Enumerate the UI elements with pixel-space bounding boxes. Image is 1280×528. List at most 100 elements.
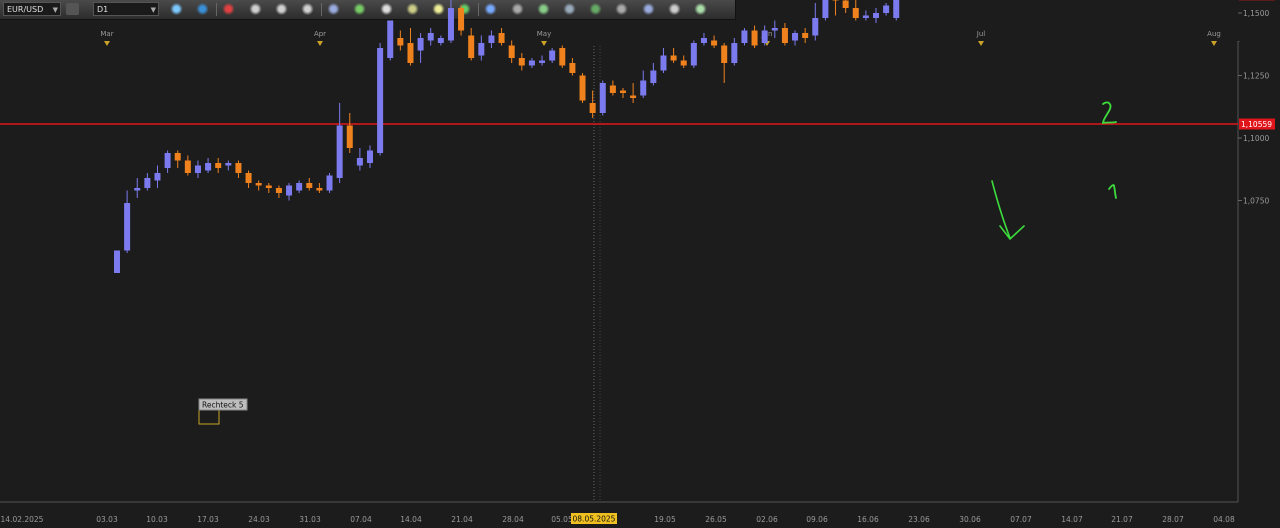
bearish-candle[interactable] (832, 0, 839, 1)
x-tick-label: 14.04 (400, 515, 422, 524)
bearish-candle[interactable] (680, 60, 687, 66)
bearish-candle[interactable] (579, 75, 586, 101)
bullish-candle[interactable] (286, 185, 293, 196)
bearish-candle[interactable] (559, 48, 566, 66)
bearish-candle[interactable] (670, 55, 677, 61)
month-label: Jul (976, 30, 986, 38)
bullish-candle[interactable] (488, 35, 495, 44)
x-tick-label: 16.06 (857, 515, 879, 524)
x-tick-label: 26.05 (705, 515, 727, 524)
bearish-candle[interactable] (721, 45, 728, 64)
bearish-candle[interactable] (235, 163, 242, 173)
bearish-candle[interactable] (569, 63, 576, 73)
bearish-candle[interactable] (751, 30, 758, 46)
bullish-candle[interactable] (164, 153, 171, 168)
bullish-candle[interactable] (154, 173, 161, 181)
bearish-candle[interactable] (407, 43, 414, 63)
bullish-candle[interactable] (883, 5, 890, 14)
bearish-candle[interactable] (518, 58, 525, 66)
bearish-candle[interactable] (468, 35, 475, 59)
bearish-candle[interactable] (852, 8, 859, 18)
bearish-candle[interactable] (275, 188, 282, 193)
bullish-candle[interactable] (640, 80, 647, 96)
bearish-candle[interactable] (620, 90, 626, 94)
bullish-candle[interactable] (144, 178, 151, 188)
x-tick-label: 30.06 (959, 515, 981, 524)
y-tick-label: 1,1500 (1243, 9, 1269, 18)
bullish-candle[interactable] (771, 28, 778, 31)
bullish-candle[interactable] (377, 48, 384, 153)
bearish-candle[interactable] (215, 163, 222, 168)
bullish-candle[interactable] (660, 55, 667, 71)
bearish-candle[interactable] (781, 28, 788, 43)
bullish-candle[interactable] (731, 43, 738, 63)
bearish-candle[interactable] (184, 160, 191, 174)
bullish-candle[interactable] (367, 150, 373, 164)
bullish-candle[interactable] (114, 250, 120, 274)
bullish-candle[interactable] (812, 18, 819, 36)
bullish-candle[interactable] (447, 8, 454, 41)
bearish-candle[interactable] (589, 103, 596, 113)
bullish-candle[interactable] (700, 38, 707, 43)
bearish-candle[interactable] (802, 33, 809, 38)
x-tick-label: 17.03 (197, 515, 219, 524)
bullish-candle[interactable] (356, 158, 363, 166)
bullish-candle[interactable] (134, 188, 141, 191)
x-tick-label: 04.08 (1213, 515, 1235, 524)
bearish-candle[interactable] (630, 95, 637, 99)
bullish-candle[interactable] (326, 175, 333, 191)
month-label: Mar (100, 30, 113, 38)
bearish-candle[interactable] (711, 40, 718, 46)
bullish-candle[interactable] (437, 38, 444, 43)
bearish-candle[interactable] (397, 38, 404, 46)
bullish-candle[interactable] (124, 203, 131, 251)
y-tick-label: 1,0750 (1243, 197, 1269, 206)
x-tick-label: 28.07 (1162, 515, 1184, 524)
bullish-candle[interactable] (862, 15, 869, 19)
bearish-candle[interactable] (245, 173, 252, 183)
bullish-candle[interactable] (296, 183, 303, 191)
bullish-candle[interactable] (539, 60, 546, 64)
bearish-candle[interactable] (498, 33, 505, 43)
bearish-candle[interactable] (174, 153, 181, 161)
bullish-candle[interactable] (650, 70, 657, 84)
bullish-candle[interactable] (478, 43, 485, 56)
bullish-candle[interactable] (225, 163, 232, 166)
bearish-candle[interactable] (508, 45, 515, 59)
bullish-candle[interactable] (528, 60, 535, 66)
price-chart[interactable]: MarAprMayJunJulAug1,22501,20001,17501,15… (0, 0, 1280, 528)
annotation-label: Rechteck 5 (202, 401, 244, 410)
bullish-candle[interactable] (427, 33, 434, 41)
bullish-candle[interactable] (387, 20, 394, 59)
x-tick-label: 02.06 (756, 515, 778, 524)
bullish-candle[interactable] (336, 125, 343, 179)
x-tick-label: 21.07 (1111, 515, 1133, 524)
bearish-candle[interactable] (346, 125, 353, 149)
bearish-candle[interactable] (255, 183, 262, 186)
bullish-candle[interactable] (194, 165, 201, 174)
bullish-candle[interactable] (822, 0, 829, 18)
month-label: May (537, 30, 551, 38)
bullish-candle[interactable] (792, 33, 799, 41)
bullish-candle[interactable] (690, 43, 697, 66)
bearish-candle[interactable] (316, 188, 323, 191)
x-tick-label: 14.07 (1061, 515, 1083, 524)
bullish-candle[interactable] (205, 163, 212, 171)
bullish-candle[interactable] (599, 83, 606, 113)
x-tick-label: 19.05 (654, 515, 676, 524)
x-tick-label: 10.03 (146, 515, 168, 524)
bearish-candle[interactable] (265, 185, 272, 189)
x-tick-label: 09.06 (806, 515, 828, 524)
bullish-candle[interactable] (417, 38, 424, 51)
bearish-candle[interactable] (842, 0, 849, 8)
bearish-candle[interactable] (306, 183, 313, 188)
month-label: Aug (1207, 30, 1221, 38)
bearish-candle[interactable] (609, 85, 616, 94)
bullish-candle[interactable] (893, 0, 900, 18)
bullish-candle[interactable] (741, 30, 748, 44)
bullish-candle[interactable] (761, 30, 768, 44)
bullish-candle[interactable] (873, 13, 879, 18)
bearish-candle[interactable] (458, 8, 465, 31)
bullish-candle[interactable] (549, 50, 556, 61)
x-tick-label: 28.04 (502, 515, 524, 524)
